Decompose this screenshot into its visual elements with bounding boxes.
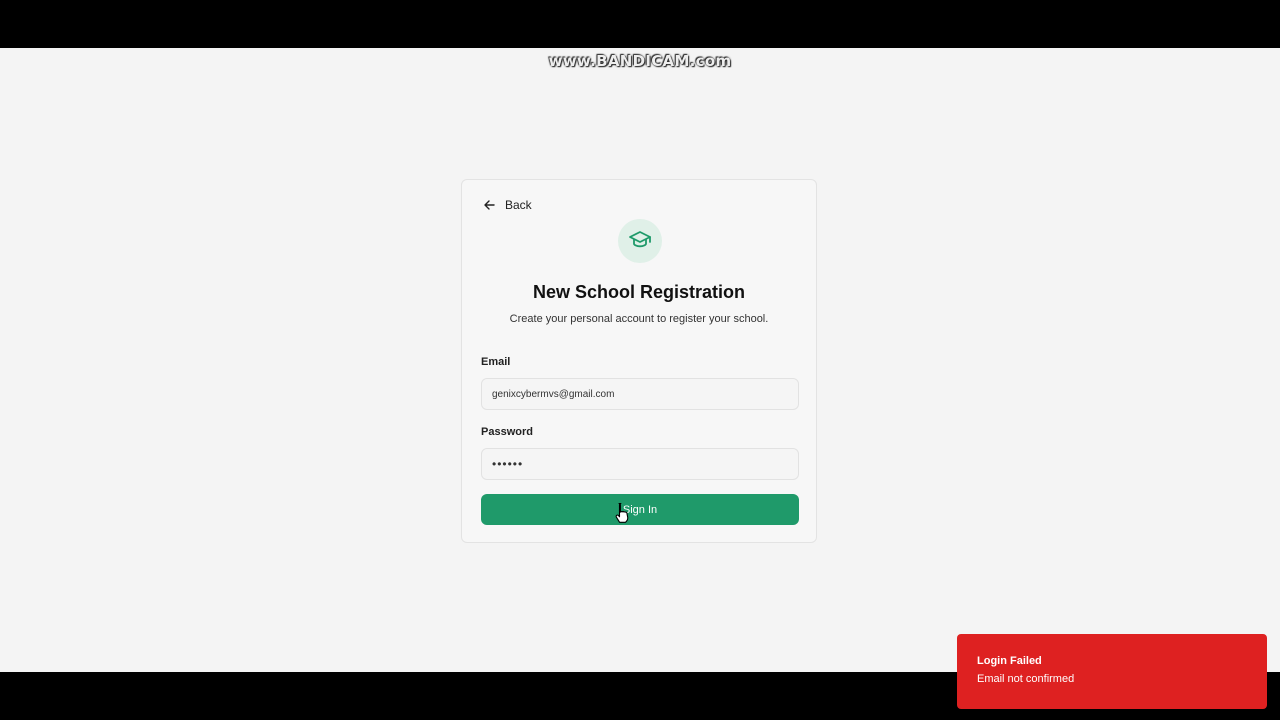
email-label: Email	[481, 356, 511, 368]
page-title: New School Registration	[532, 282, 746, 302]
logo-badge	[618, 219, 662, 263]
registration-card: Back New School Registration Create your…	[461, 179, 817, 543]
back-label: Back	[505, 198, 532, 212]
sign-in-button[interactable]: Sign In	[481, 494, 799, 525]
page-subtitle: Create your personal account to register…	[509, 313, 769, 325]
error-toast: Login Failed Email not confirmed	[957, 634, 1267, 709]
toast-message: Email not confirmed	[977, 673, 1075, 685]
graduation-cap-icon	[628, 229, 652, 254]
hand-pointer-icon	[614, 502, 630, 529]
email-field[interactable]: genixcybermvs@gmail.com	[481, 378, 799, 410]
email-value: genixcybermvs@gmail.com	[492, 388, 615, 400]
password-value: ••••••	[492, 457, 524, 471]
arrow-left-icon	[484, 200, 495, 210]
back-button[interactable]: Back	[484, 198, 532, 212]
recording-watermark: www.BANDICAM.com	[548, 52, 732, 70]
browser-viewport: www.BANDICAM.com Back New School Registr…	[0, 48, 1280, 709]
password-field[interactable]: ••••••	[481, 448, 799, 480]
password-label: Password	[481, 426, 533, 438]
toast-title: Login Failed	[977, 655, 1042, 667]
